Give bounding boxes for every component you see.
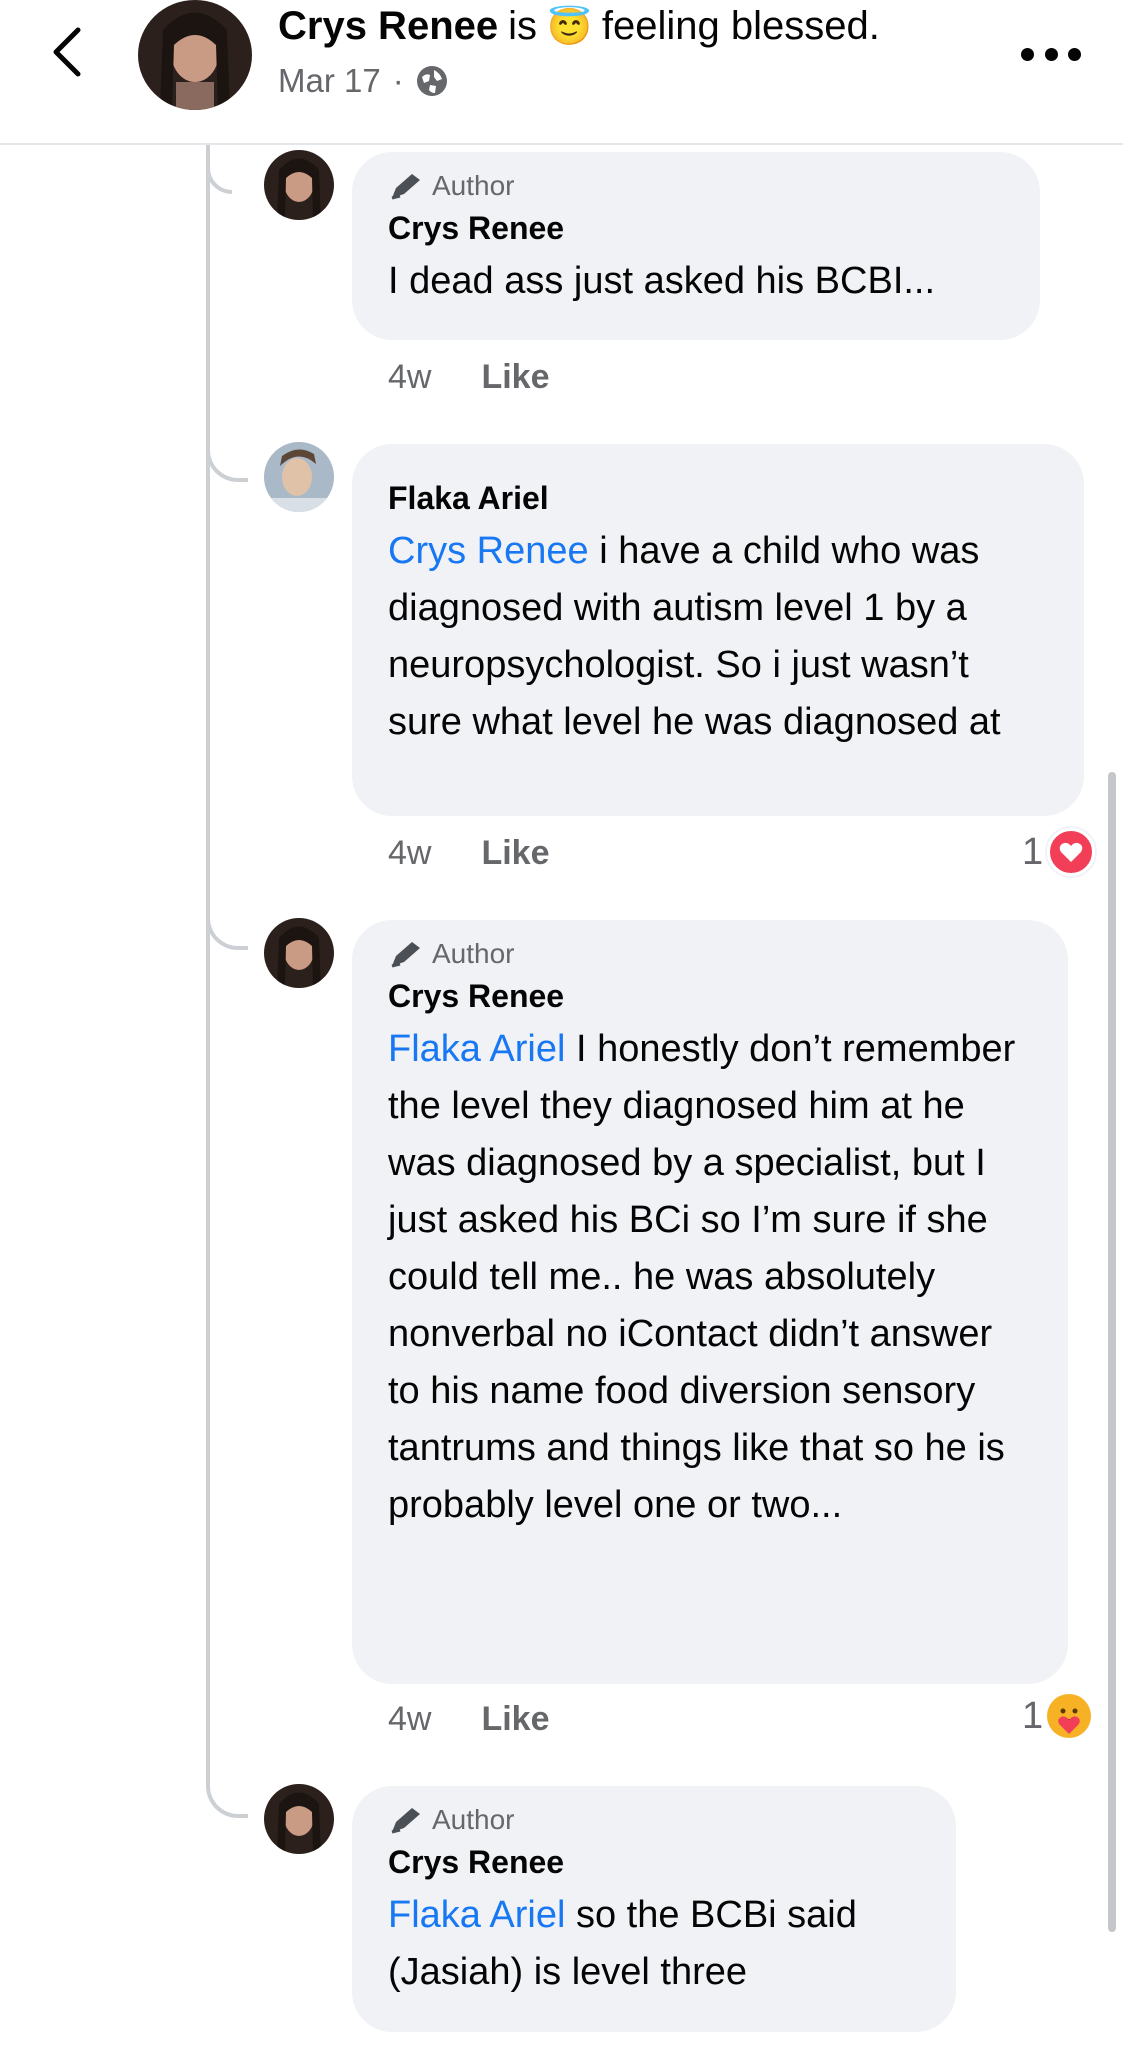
author-badge: Author [388, 1804, 920, 1836]
mention-link[interactable]: Flaka Ariel [388, 1894, 565, 1936]
author-badge-label: Author [432, 170, 515, 201]
reaction-count: 1 [1022, 1694, 1044, 1737]
pencil-icon [391, 1808, 420, 1834]
comment-bubble[interactable]: Flaka Ariel Crys Renee i have a child wh… [352, 444, 1084, 816]
heart-icon [1047, 828, 1096, 876]
comment-actions: 4w Like [388, 834, 550, 873]
is-text: is [508, 4, 538, 48]
care-icon [1047, 1694, 1092, 1738]
post-title: Crys Renee is 😇 feeling blessed. [278, 4, 880, 49]
author-badge: Author [388, 938, 1032, 970]
pencil-icon [391, 942, 420, 968]
more-icon [1021, 47, 1034, 61]
commenter-avatar[interactable] [264, 918, 334, 988]
commenter-name[interactable]: Crys Renee [388, 210, 1004, 247]
post-header: Crys Renee is 😇 feeling blessed. Mar 17 … [0, 0, 1123, 145]
comment-text: Crys Renee i have a child who was diagno… [388, 523, 1048, 751]
post-author-name[interactable]: Crys Renee [278, 4, 498, 49]
comment-time: 4w [388, 358, 432, 396]
comment-body: I honestly don’t remember the level they… [388, 1028, 1016, 1526]
reaction-summary[interactable]: 1 [1022, 1694, 1092, 1738]
comment-text: Flaka Ariel so the BCBi said (Jasiah) is… [388, 1887, 920, 2001]
comment-bubble[interactable]: Author Crys Renee I dead ass just asked … [352, 152, 1040, 340]
like-button[interactable]: Like [481, 1700, 549, 1739]
reaction-count: 1 [1022, 830, 1044, 873]
pencil-icon [391, 174, 420, 200]
mention-link[interactable]: Crys Renee [388, 530, 589, 572]
commenter-avatar[interactable] [264, 150, 334, 220]
meta-separator: · [392, 62, 404, 99]
mention-link[interactable]: Flaka Ariel [388, 1028, 565, 1070]
commenter-name[interactable]: Crys Renee [388, 1844, 920, 1881]
post-meta: Mar 17 · [278, 62, 448, 100]
scrollbar[interactable] [1108, 772, 1116, 1932]
author-badge-label: Author [432, 1804, 515, 1835]
commenter-avatar[interactable] [264, 442, 334, 512]
more-icon-dot [1044, 47, 1058, 61]
comment-actions: 4w Like [388, 1700, 550, 1739]
comment-time: 4w [388, 834, 432, 872]
more-options-button[interactable] [1021, 34, 1081, 74]
comment-body: I dead ass just asked his BCBI... [388, 260, 936, 302]
reaction-summary[interactable]: 1 [1022, 828, 1096, 876]
thread-branch [206, 1770, 248, 1818]
author-badge-label: Author [432, 938, 515, 969]
commenter-name[interactable]: Crys Renee [388, 978, 1032, 1015]
comment-bubble[interactable]: Author Crys Renee Flaka Ariel so the BCB… [352, 1786, 956, 2032]
commenter-name[interactable]: Flaka Ariel [388, 480, 1048, 517]
like-button[interactable]: Like [481, 834, 549, 873]
like-button[interactable]: Like [481, 358, 549, 397]
thread-branch [206, 434, 248, 482]
post-author-avatar[interactable] [138, 0, 252, 110]
feeling-text: feeling blessed. [601, 4, 880, 48]
commenter-avatar[interactable] [264, 1784, 334, 1854]
feeling-emoji-icon: 😇 [547, 5, 592, 47]
more-icon-dot [1068, 47, 1081, 61]
comment-text: Flaka Ariel I honestly don’t remember th… [388, 1021, 1032, 1534]
comment-actions: 4w Like [388, 358, 550, 397]
thread-branch [206, 902, 248, 950]
back-button[interactable] [46, 22, 86, 82]
globe-icon [416, 66, 447, 96]
comment-bubble[interactable]: Author Crys Renee Flaka Ariel I honestly… [352, 920, 1068, 1684]
chevron-left-icon [53, 27, 81, 77]
post-date[interactable]: Mar 17 [278, 62, 381, 100]
comment-time: 4w [388, 1700, 432, 1738]
comment-text: I dead ass just asked his BCBI... [388, 253, 1004, 310]
thread-line [206, 143, 210, 1783]
author-badge: Author [388, 170, 1004, 202]
